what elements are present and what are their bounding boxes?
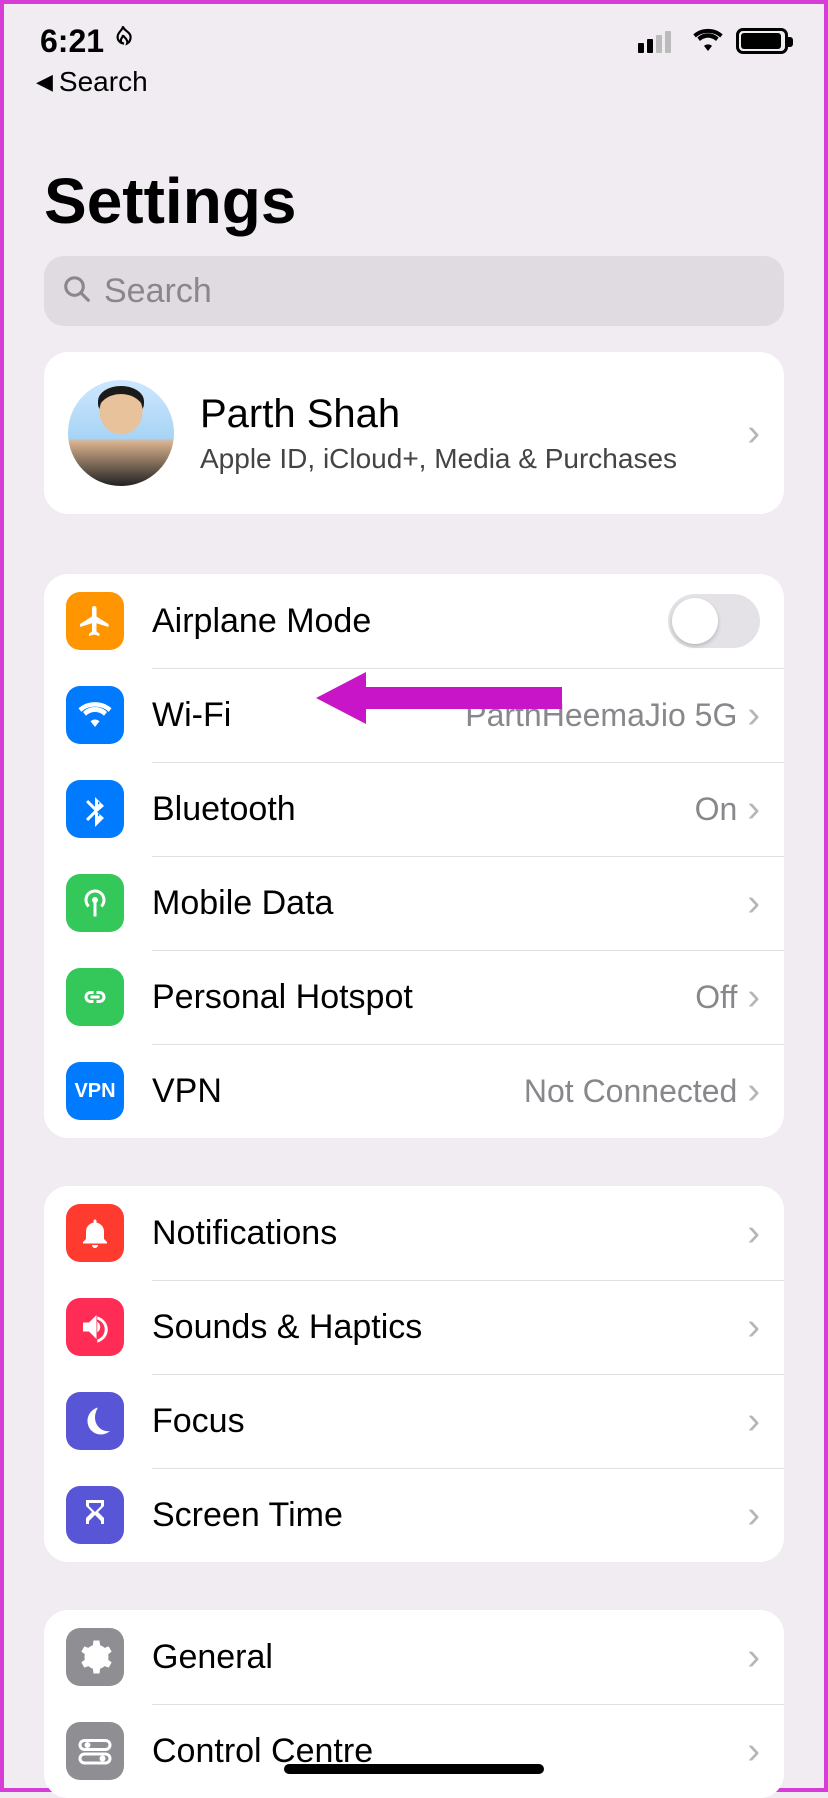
chevron-right-icon: ›	[747, 978, 760, 1016]
control-centre-row[interactable]: Control Centre ›	[44, 1704, 784, 1798]
home-indicator[interactable]	[284, 1764, 544, 1774]
airplane-icon	[66, 592, 124, 650]
bluetooth-label: Bluetooth	[152, 790, 695, 829]
screen-time-row[interactable]: Screen Time ›	[44, 1468, 784, 1562]
sounds-label: Sounds & Haptics	[152, 1308, 747, 1347]
toggle-icon	[66, 1722, 124, 1780]
airplane-mode-row[interactable]: Airplane Mode	[44, 574, 784, 668]
chevron-right-icon: ›	[747, 696, 760, 734]
wifi-icon	[66, 686, 124, 744]
vpn-label: VPN	[152, 1072, 524, 1111]
focus-label: Focus	[152, 1402, 747, 1441]
profile-subtitle: Apple ID, iCloud+, Media & Purchases	[200, 443, 747, 475]
chevron-right-icon: ›	[747, 414, 760, 452]
chevron-right-icon: ›	[747, 1214, 760, 1252]
apple-id-row[interactable]: Parth Shah Apple ID, iCloud+, Media & Pu…	[44, 352, 784, 514]
airplane-label: Airplane Mode	[152, 602, 668, 641]
back-to-search[interactable]: ◀ Search	[4, 66, 824, 112]
airplane-toggle[interactable]	[668, 594, 760, 648]
wifi-row[interactable]: Wi-Fi ParthHeemaJio 5G ›	[44, 668, 784, 762]
vpn-value: Not Connected	[524, 1073, 737, 1110]
notifications-label: Notifications	[152, 1214, 747, 1253]
mobile-data-label: Mobile Data	[152, 884, 747, 923]
speaker-icon	[66, 1298, 124, 1356]
bluetooth-row[interactable]: Bluetooth On ›	[44, 762, 784, 856]
personal-hotspot-row[interactable]: Personal Hotspot Off ›	[44, 950, 784, 1044]
hourglass-icon	[66, 1486, 124, 1544]
profile-name: Parth Shah	[200, 392, 747, 437]
wifi-status-icon	[692, 27, 724, 56]
vpn-row[interactable]: VPN VPN Not Connected ›	[44, 1044, 784, 1138]
search-icon	[62, 274, 92, 309]
chevron-right-icon: ›	[747, 790, 760, 828]
back-label: Search	[59, 66, 148, 98]
chevron-right-icon: ›	[747, 1402, 760, 1440]
bluetooth-icon	[66, 780, 124, 838]
chevron-right-icon: ›	[747, 884, 760, 922]
cellular-icon	[638, 29, 680, 53]
antenna-icon	[66, 874, 124, 932]
status-bar: 6:21	[4, 4, 824, 66]
battery-icon	[736, 28, 788, 54]
avatar	[68, 380, 174, 486]
moon-icon	[66, 1392, 124, 1450]
wifi-label: Wi-Fi	[152, 696, 465, 735]
chevron-right-icon: ›	[747, 1308, 760, 1346]
focus-row[interactable]: Focus ›	[44, 1374, 784, 1468]
chevron-right-icon: ›	[747, 1638, 760, 1676]
chevron-right-icon: ›	[747, 1496, 760, 1534]
chevron-right-icon: ›	[747, 1732, 760, 1770]
hotspot-label: Personal Hotspot	[152, 978, 695, 1017]
hotspot-value: Off	[695, 979, 737, 1016]
gear-icon	[66, 1628, 124, 1686]
notifications-row[interactable]: Notifications ›	[44, 1186, 784, 1280]
vpn-icon: VPN	[66, 1062, 124, 1120]
back-caret-icon: ◀	[36, 69, 53, 95]
search-box[interactable]	[44, 256, 784, 326]
page-title: Settings	[4, 112, 824, 256]
hotspot-icon	[66, 968, 124, 1026]
flame-icon	[110, 22, 136, 60]
screentime-label: Screen Time	[152, 1496, 747, 1535]
sounds-row[interactable]: Sounds & Haptics ›	[44, 1280, 784, 1374]
status-time: 6:21	[40, 23, 104, 60]
bell-icon	[66, 1204, 124, 1262]
wifi-value: ParthHeemaJio 5G	[465, 697, 737, 734]
general-label: General	[152, 1638, 747, 1677]
search-input[interactable]	[104, 272, 766, 311]
mobile-data-row[interactable]: Mobile Data ›	[44, 856, 784, 950]
bluetooth-value: On	[695, 791, 738, 828]
chevron-right-icon: ›	[747, 1072, 760, 1110]
general-row[interactable]: General ›	[44, 1610, 784, 1704]
